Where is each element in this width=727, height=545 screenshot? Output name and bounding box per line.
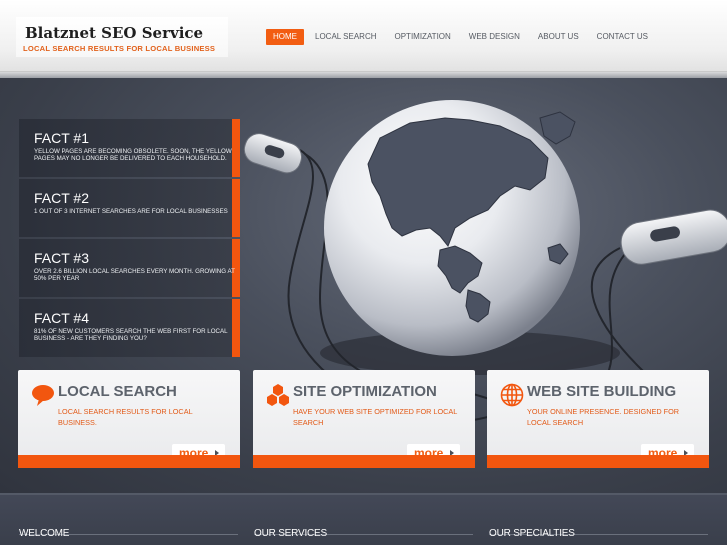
footer-heading: OUR SERVICES bbox=[254, 528, 327, 539]
nav-contact-us[interactable]: CONTACT US bbox=[590, 29, 655, 45]
footer-column-specialties: OUR SPECIALTIES bbox=[489, 521, 708, 539]
fact-text: 1 OUT OF 3 INTERNET SEARCHES ARE FOR LOC… bbox=[34, 208, 228, 215]
nav-web-design[interactable]: WEB DESIGN bbox=[462, 29, 527, 45]
service-local-search: LOCAL SEARCH LOCAL SEARCH RESULTS FOR LO… bbox=[18, 370, 240, 468]
hexagons-icon bbox=[267, 384, 289, 406]
service-accent-bar bbox=[487, 455, 709, 468]
service-text: YOUR ONLINE PRESENCE. DESIGNED FOR LOCAL… bbox=[527, 407, 680, 427]
service-title[interactable]: LOCAL SEARCH bbox=[58, 383, 177, 400]
footer-section: WELCOME OUR SERVICES OUR SPECIALTIES bbox=[0, 493, 727, 545]
service-site-optimization: SITE OPTIMIZATION HAVE YOUR WEB SITE OPT… bbox=[253, 370, 475, 468]
service-accent-bar bbox=[18, 455, 240, 468]
service-title[interactable]: SITE OPTIMIZATION bbox=[293, 383, 437, 400]
fact-card: FACT #3 OVER 2.6 BILLION LOCAL SEARCHES … bbox=[19, 239, 240, 297]
service-text: HAVE YOUR WEB SITE OPTIMIZED FOR LOCAL S… bbox=[293, 407, 458, 427]
nav-home[interactable]: HOME bbox=[266, 29, 304, 45]
service-web-site-building: WEB SITE BUILDING YOUR ONLINE PRESENCE. … bbox=[487, 370, 709, 468]
site-title[interactable]: Blatznet SEO Service bbox=[25, 24, 203, 42]
service-title[interactable]: WEB SITE BUILDING bbox=[527, 383, 676, 400]
fact-text: 81% OF NEW CUSTOMERS SEARCH THE WEB FIRS… bbox=[34, 328, 228, 342]
globe-icon bbox=[500, 383, 524, 407]
site-tagline: LOCAL SEARCH RESULTS FOR LOCAL BUSINESS bbox=[23, 44, 216, 53]
service-text: LOCAL SEARCH RESULTS FOR LOCAL BUSINESS. bbox=[58, 407, 193, 427]
service-accent-bar bbox=[253, 455, 475, 468]
footer-column-welcome: WELCOME bbox=[19, 521, 238, 539]
fact-title: FACT #3 bbox=[34, 250, 89, 266]
fact-text: YELLOW PAGES ARE BECOMING OBSOLETE. SOON… bbox=[34, 148, 232, 162]
fact-card: FACT #2 1 OUT OF 3 INTERNET SEARCHES ARE… bbox=[19, 179, 240, 237]
hero-banner: FACT #1 YELLOW PAGES ARE BECOMING OBSOLE… bbox=[0, 78, 727, 493]
footer-heading: WELCOME bbox=[19, 528, 70, 539]
nav-about-us[interactable]: ABOUT US bbox=[531, 29, 586, 45]
fact-title: FACT #2 bbox=[34, 190, 89, 206]
fact-card: FACT #1 YELLOW PAGES ARE BECOMING OBSOLE… bbox=[19, 119, 240, 177]
fact-title: FACT #1 bbox=[34, 130, 89, 146]
footer-heading: OUR SPECIALTIES bbox=[489, 528, 575, 539]
footer-column-services: OUR SERVICES bbox=[254, 521, 473, 539]
fact-text: OVER 2.6 BILLION LOCAL SEARCHES EVERY MO… bbox=[34, 268, 235, 282]
brand-block[interactable]: Blatznet SEO Service LOCAL SEARCH RESULT… bbox=[16, 17, 228, 57]
nav-optimization[interactable]: OPTIMIZATION bbox=[388, 29, 458, 45]
site-header: Blatznet SEO Service LOCAL SEARCH RESULT… bbox=[0, 0, 727, 72]
nav-local-search[interactable]: LOCAL SEARCH bbox=[308, 29, 384, 45]
speech-bubble-icon bbox=[32, 385, 54, 406]
fact-card: FACT #4 81% OF NEW CUSTOMERS SEARCH THE … bbox=[19, 299, 240, 357]
main-nav: HOME LOCAL SEARCH OPTIMIZATION WEB DESIG… bbox=[266, 29, 659, 45]
fact-title: FACT #4 bbox=[34, 310, 89, 326]
